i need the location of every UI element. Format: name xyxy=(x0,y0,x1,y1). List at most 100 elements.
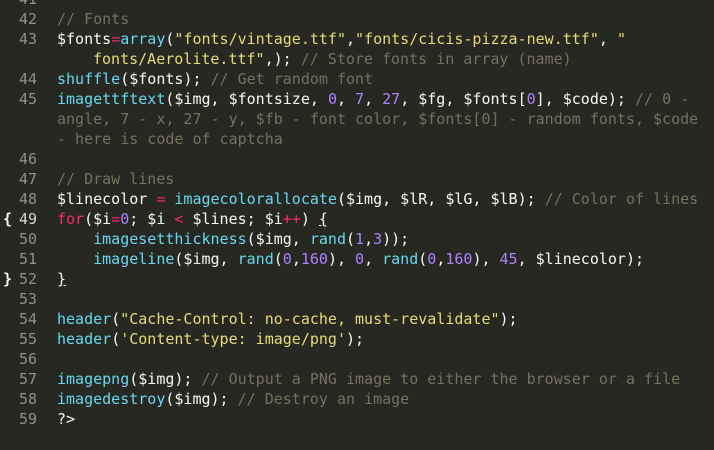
code-token: ($img); xyxy=(165,390,238,408)
code-line[interactable]: 41 xyxy=(0,0,714,9)
code-line[interactable]: 57 imagepng($img); // Output a PNG image … xyxy=(0,369,714,389)
code-line[interactable]: 59 ?> xyxy=(0,409,714,429)
code-token: $fonts xyxy=(57,30,112,48)
code-token: 160 xyxy=(445,250,473,268)
line-gutter: 47 xyxy=(0,169,56,189)
code-line[interactable]: - here is code of captcha xyxy=(0,129,714,149)
code-line[interactable]: 42 // Fonts xyxy=(0,9,714,29)
line-number: 48 xyxy=(18,190,37,208)
code-line[interactable]: 54 header("Cache-Control: no-cache, must-… xyxy=(0,309,714,329)
code-line[interactable]: 56 xyxy=(0,349,714,369)
code-token: ( xyxy=(111,330,121,348)
code-token: ), xyxy=(472,250,500,268)
code-token: ( xyxy=(418,250,428,268)
code-line[interactable]: 43 $fonts=array("fonts/vintage.ttf","font… xyxy=(0,29,714,49)
line-gutter: 50 xyxy=(0,229,56,249)
code-token: = xyxy=(111,30,121,48)
code-text: // Draw lines xyxy=(57,169,174,189)
code-token: rand xyxy=(237,250,274,268)
code-token: ( xyxy=(346,230,356,248)
code-line[interactable]: 53 xyxy=(0,289,714,309)
code-token: , xyxy=(364,250,383,268)
code-text: header('Content-type: image/png'); xyxy=(57,329,364,349)
code-text: // Fonts xyxy=(57,9,129,29)
code-text: shuffle($fonts); // Get random font xyxy=(57,69,373,89)
code-line[interactable]: 50 imagesetthickness($img, rand(1,3)); xyxy=(0,229,714,249)
code-token: ], $code); xyxy=(535,90,635,108)
line-gutter: 58 xyxy=(0,389,56,409)
code-token: 160 xyxy=(300,250,328,268)
line-number: 56 xyxy=(18,350,37,368)
code-token: 0 xyxy=(526,90,536,108)
code-token: // Store fonts in array (name) xyxy=(300,50,572,68)
line-number: 51 xyxy=(18,250,37,268)
code-text: fonts/Aerolite.ttf",); // Store fonts in… xyxy=(93,49,572,69)
code-token: )); xyxy=(382,230,410,248)
code-editor[interactable]: 4142// Fonts43$fonts=array("fonts/vintag… xyxy=(0,0,714,429)
code-token: ?> xyxy=(57,410,76,428)
code-line[interactable]: {49 for($i=0; $i < $lines; $i++) { xyxy=(0,209,714,229)
code-line[interactable]: 45 imagettftext($img, $fontsize, 0, 7, 27… xyxy=(0,89,714,109)
code-token: // Fonts xyxy=(57,10,130,28)
code-token: , xyxy=(436,250,446,268)
code-token: imagettftext xyxy=(57,90,166,108)
code-token: 3 xyxy=(373,230,383,248)
code-line[interactable]: angle, 7 - x, 27 - y, $fb - font color, … xyxy=(0,109,714,129)
code-token: ( xyxy=(273,250,283,268)
line-gutter xyxy=(0,109,56,129)
code-token: , xyxy=(598,30,617,48)
editor-window: { "editor": { "lines": [ {"num": "41", "… xyxy=(0,0,714,450)
line-number: 43 xyxy=(18,30,37,48)
code-text: imageline($img, rand(0,160), 0, rand(0,1… xyxy=(57,249,644,269)
code-token: imagedestroy xyxy=(57,390,166,408)
code-text: imagepng($img); // Output a PNG image to… xyxy=(57,369,680,389)
code-text: imagettftext($img, $fontsize, 0, 7, 27, … xyxy=(57,89,689,109)
code-token: imageline xyxy=(93,250,175,268)
code-text: imagesetthickness($img, rand(1,3)); xyxy=(57,229,409,249)
code-token: " xyxy=(616,30,626,48)
line-number: 50 xyxy=(18,230,37,248)
code-line[interactable]: 51 imageline($img, rand(0,160), 0, rand(… xyxy=(0,249,714,269)
code-token: array xyxy=(120,30,166,48)
line-gutter: 54 xyxy=(0,309,56,329)
code-token: header xyxy=(57,310,112,328)
code-text: header("Cache-Control: no-cache, must-re… xyxy=(57,309,518,329)
code-token: ($img, xyxy=(246,230,310,248)
line-gutter: {49 xyxy=(0,209,56,229)
code-line[interactable]: 48 $linecolor = imagecolorallocate($img, … xyxy=(0,189,714,209)
code-line[interactable]: 55 header('Content-type: image/png'); xyxy=(0,329,714,349)
code-token: 0 xyxy=(282,250,292,268)
code-token: "Cache-Control: no-cache, must-revalidat… xyxy=(120,310,500,328)
line-gutter: 48 xyxy=(0,189,56,209)
code-line[interactable]: 46 xyxy=(0,149,714,169)
code-token: , xyxy=(346,30,356,48)
code-token: "fonts/vintage.ttf" xyxy=(174,30,346,48)
code-line[interactable]: 47 // Draw lines xyxy=(0,169,714,189)
code-token: ++ xyxy=(282,210,301,228)
code-token: ); xyxy=(499,310,518,328)
code-token: "fonts/cicis-pizza-new.ttf" xyxy=(355,30,599,48)
code-token: = xyxy=(111,210,121,228)
line-gutter xyxy=(0,49,56,69)
code-token: ($img, $lR, $lG, $lB); xyxy=(336,190,545,208)
line-number: 45 xyxy=(18,90,37,108)
code-text: ?> xyxy=(57,409,75,429)
code-line[interactable]: 58 imagedestroy($img); // Destroy an imag… xyxy=(0,389,714,409)
code-token: 7 xyxy=(355,90,365,108)
code-token: // Output a PNG image to either the brow… xyxy=(201,370,681,388)
code-text: imagedestroy($img); // Destroy an image xyxy=(57,389,409,409)
code-token: imagesetthickness xyxy=(93,230,247,248)
code-line[interactable]: 44 shuffle($fonts); // Get random font xyxy=(0,69,714,89)
line-gutter: 46 xyxy=(0,149,56,169)
code-token: // Destroy an image xyxy=(237,390,410,408)
line-number: 55 xyxy=(18,330,37,348)
line-number: 47 xyxy=(18,170,37,188)
code-line[interactable]: } 52} xyxy=(0,269,714,289)
code-text: $linecolor = imagecolorallocate($img, $l… xyxy=(57,189,698,209)
line-number: 42 xyxy=(18,10,37,28)
code-text: for($i=0; $i < $lines; $i++) { xyxy=(57,209,328,229)
code-line[interactable]: fonts/Aerolite.ttf",); // Store fonts in… xyxy=(0,49,714,69)
line-number: 59 xyxy=(18,410,37,428)
line-gutter xyxy=(0,129,56,149)
code-token: ; $i xyxy=(129,210,175,228)
